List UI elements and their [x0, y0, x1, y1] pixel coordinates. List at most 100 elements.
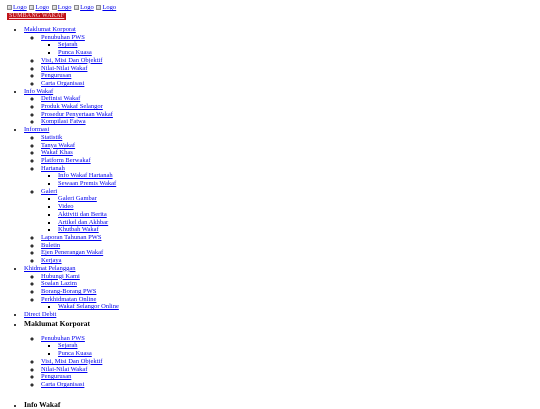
nav-item: Penubuhan PWS Sejarah Punca Kuasa [41, 335, 540, 358]
nav-link[interactable]: Penubuhan PWS [41, 34, 85, 41]
nav-link[interactable]: Pengurusan [41, 373, 71, 380]
submenu: Galeri Gambar Video Aktiviti dan Berita … [41, 195, 540, 234]
logo-link[interactable]: Logo [7, 4, 27, 12]
nav-link[interactable]: Statistik [41, 134, 62, 141]
nav-link[interactable]: Buletin [41, 242, 60, 249]
nav-link[interactable]: Nilai-Nilai Wakaf [41, 366, 87, 373]
submenu: Sejarah Punca Kuasa [41, 342, 540, 357]
nav-link[interactable]: Carta Organisasi [41, 80, 84, 87]
logo-alt-text: Logo [80, 4, 94, 11]
nav-item: Borang-Borang PWS [41, 288, 540, 296]
nav-link[interactable]: Info Wakaf [24, 88, 53, 95]
nav-item: Hubungi Kami [41, 273, 540, 281]
broken-image-icon [96, 5, 102, 11]
nav-link[interactable]: Pengurusan [41, 72, 71, 79]
nav-link[interactable]: Wakaf Khas [41, 149, 73, 156]
submenu: Wakaf Selangor Online [41, 303, 540, 311]
nav-link[interactable]: Definisi Wakaf [41, 95, 80, 102]
nav-link[interactable]: Platform Berwakaf [41, 157, 91, 164]
nav-link[interactable]: Laporan Tahunan PWS [41, 234, 101, 241]
nav-link[interactable]: Info Wakaf Hartanah [58, 172, 113, 179]
nav-link[interactable]: Sewaan Premis Wakaf [58, 180, 116, 187]
nav-item: Artikel dan Akhbar [58, 219, 540, 227]
nav-link[interactable]: Maklumat Korporat [24, 26, 76, 33]
nav-item: Galeri Galeri Gambar Video Aktiviti dan … [41, 188, 540, 234]
section-item: Info Wakaf [24, 400, 540, 409]
submenu: Penubuhan PWS Sejarah Punca Kuasa Visi, … [24, 335, 540, 389]
broken-image-icon [29, 5, 35, 11]
nav-link[interactable]: Galeri Gambar [58, 195, 97, 202]
nav-link[interactable]: Kompilasi Fatwa [41, 118, 86, 125]
nav-link[interactable]: Hartanah [41, 165, 65, 172]
nav-link[interactable]: Video [58, 203, 74, 210]
nav-link[interactable]: Khutbah Wakaf [58, 226, 99, 233]
section-list: Maklumat Korporat Penubuhan PWS Sejarah … [7, 319, 540, 409]
nav-item: Khutbah Wakaf [58, 226, 540, 234]
nav-link[interactable]: Ejen Penerangan Wakaf [41, 249, 103, 256]
nav-link[interactable]: Penubuhan PWS [41, 335, 85, 342]
nav-link[interactable]: Wakaf Selangor Online [58, 303, 119, 310]
page: Logo Logo Logo Logo Logo SUMBANG WAKAF M… [0, 0, 540, 409]
nav-item: Kerjaya [41, 257, 540, 265]
section-item: Maklumat Korporat Penubuhan PWS Sejarah … [24, 319, 540, 389]
nav-item: Visi, Misi Dan Objektif [41, 57, 540, 65]
nav-link[interactable]: Sejarah [58, 342, 78, 349]
logo-link[interactable]: Logo [29, 4, 49, 12]
nav-item: Kompilasi Fatwa [41, 118, 540, 126]
broken-image-icon [51, 5, 57, 11]
nav-item: Info Wakaf Definisi Wakaf Produk Wakaf S… [24, 88, 540, 127]
logo-alt-text: Logo [102, 4, 117, 11]
nav-item: Sejarah [58, 41, 540, 49]
logo-link[interactable]: Logo [51, 4, 71, 12]
nav-item: Hartanah Info Wakaf Hartanah Sewaan Prem… [41, 165, 540, 188]
section-heading: Maklumat Korporat [24, 318, 91, 328]
nav-link[interactable]: Borang-Borang PWS [41, 288, 96, 295]
nav-item: Soalan Lazim [41, 280, 540, 288]
nav-item: Pengurusan [41, 72, 540, 80]
nav-item: Info Wakaf Hartanah [58, 172, 540, 180]
nav-link[interactable]: Visi, Misi Dan Objektif [41, 358, 102, 365]
nav-link[interactable]: Punca Kuasa [58, 350, 92, 357]
nav-item: Khidmat Pelanggan Hubungi Kami Soalan La… [24, 265, 540, 311]
nav-link[interactable]: Punca Kuasa [58, 49, 92, 56]
nav-link[interactable]: Aktiviti dan Berita [58, 211, 107, 218]
nav-link[interactable]: Soalan Lazim [41, 280, 77, 287]
nav-item: Direct Debit [24, 311, 540, 319]
nav-item: Ejen Penerangan Wakaf [41, 249, 540, 257]
nav-link[interactable]: Visi, Misi Dan Objektif [41, 57, 102, 64]
nav-link[interactable]: Tanya Wakaf [41, 142, 75, 149]
nav-item: Platform Berwakaf [41, 157, 540, 165]
nav-link[interactable]: Nilai-Nilai Wakaf [41, 65, 87, 72]
submenu: Hubungi Kami Soalan Lazim Borang-Borang … [24, 273, 540, 312]
main-nav: Maklumat Korporat Penubuhan PWS Sejarah … [7, 26, 540, 319]
nav-link[interactable]: Prosedur Penyertaan Wakaf [41, 111, 113, 118]
logo-link[interactable]: Logo [96, 4, 116, 12]
nav-link[interactable]: Carta Organisasi [41, 381, 84, 388]
nav-item: Buletin [41, 242, 540, 250]
nav-item: Statistik [41, 134, 540, 142]
nav-item: Produk Wakaf Selangor [41, 103, 540, 111]
nav-item: Sejarah [58, 342, 540, 350]
nav-link[interactable]: Sejarah [58, 41, 78, 48]
nav-link[interactable]: Informasi [24, 126, 49, 133]
nav-item: Informasi Statistik Tanya Wakaf Wakaf Kh… [24, 126, 540, 265]
logo-alt-text: Logo [35, 4, 50, 11]
nav-link[interactable]: Perkhidmatan Online [41, 296, 96, 303]
nav-item: Galeri Gambar [58, 195, 540, 203]
broken-image-icon [7, 5, 12, 11]
logo-link[interactable]: Logo [74, 4, 94, 12]
nav-link[interactable]: Artikel dan Akhbar [58, 219, 108, 226]
nav-link[interactable]: Kerjaya [41, 257, 62, 264]
nav-item: Penubuhan PWS Sejarah Punca Kuasa [41, 34, 540, 57]
nav-link[interactable]: Produk Wakaf Selangor [41, 103, 103, 110]
nav-item: Pengurusan [41, 373, 540, 381]
nav-item: Carta Organisasi [41, 80, 540, 88]
submenu: Penubuhan PWS Sejarah Punca Kuasa Visi, … [24, 34, 540, 88]
nav-link[interactable]: Hubungi Kami [41, 273, 80, 280]
nav-link[interactable]: Galeri [41, 188, 57, 195]
nav-link[interactable]: Khidmat Pelanggan [24, 265, 75, 272]
logo-alt-text: Logo [13, 4, 27, 11]
sumbang-wakaf-button[interactable]: SUMBANG WAKAF [7, 13, 67, 20]
nav-link[interactable]: Direct Debit [24, 311, 56, 318]
nav-item: Laporan Tahunan PWS [41, 234, 540, 242]
